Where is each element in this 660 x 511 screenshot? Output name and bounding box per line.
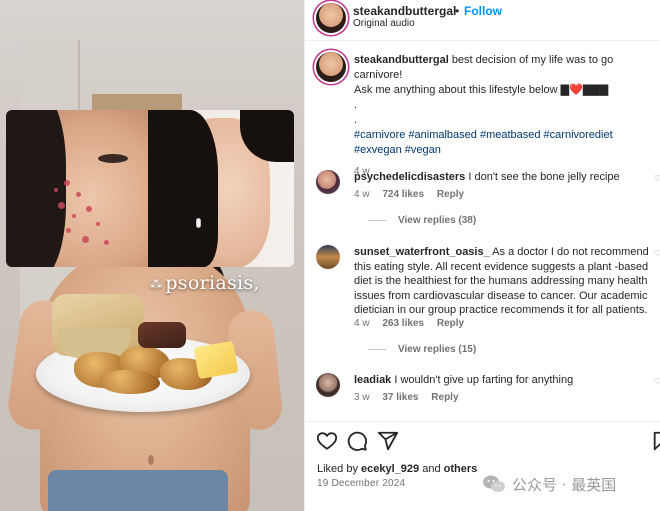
acne-spot bbox=[76, 192, 81, 197]
comment-username[interactable]: psychedelicdisasters bbox=[354, 171, 465, 183]
post-detail-panel: steakandbuttergal • Follow Original audi… bbox=[304, 0, 660, 511]
caption-line-2: Ask me anything about this lifestyle bel… bbox=[354, 84, 558, 96]
comment-text: sunset_waterfront_oasis_ As a doctor I d… bbox=[354, 245, 654, 318]
comment-username[interactable]: sunset_waterfront_oasis_ bbox=[354, 246, 490, 258]
post-header: steakandbuttergal • Follow Original audi… bbox=[305, 0, 660, 34]
caption-emoji: ▇❤️▇▇▇ bbox=[560, 84, 609, 96]
acne-spot bbox=[64, 180, 70, 186]
comment-like-heart-icon[interactable]: ♡ bbox=[654, 377, 660, 386]
caption-author-avatar[interactable] bbox=[316, 52, 346, 82]
author-avatar[interactable] bbox=[316, 3, 346, 33]
author-username[interactable]: steakandbuttergal bbox=[353, 4, 456, 18]
post-date[interactable]: 19 December 2024 bbox=[317, 478, 405, 489]
commenter-avatar[interactable] bbox=[316, 373, 340, 397]
actions-divider bbox=[305, 421, 660, 422]
heart-icon[interactable] bbox=[316, 430, 338, 452]
before-after-inset bbox=[6, 110, 294, 267]
sparkle-icon: ⁂ bbox=[150, 277, 163, 291]
chicken-piece bbox=[100, 370, 160, 394]
watermark: 公众号 · 最英国 bbox=[482, 472, 616, 496]
comment-body: I don't see the bone jelly recipe bbox=[468, 171, 620, 183]
comment-age[interactable]: 4 w bbox=[354, 318, 370, 329]
watermark-text: 公众号 · 最英国 bbox=[512, 475, 617, 494]
caption-username[interactable]: steakandbuttergal bbox=[354, 54, 449, 66]
post-media[interactable]: ⁂ psoriasis, bbox=[0, 0, 304, 511]
acne-spot bbox=[96, 222, 100, 226]
before-photo bbox=[6, 110, 148, 267]
header-divider bbox=[305, 40, 660, 41]
commenter-avatar[interactable] bbox=[316, 170, 340, 194]
steak-piece bbox=[138, 322, 186, 348]
bookmark-icon[interactable] bbox=[651, 430, 660, 452]
comment-text: psychedelicdisasters I don't see the bon… bbox=[354, 170, 654, 185]
reply-button[interactable]: Reply bbox=[437, 318, 464, 329]
comment-text: leadiak I wouldn't give up farting for a… bbox=[354, 373, 654, 388]
wechat-icon bbox=[483, 475, 505, 492]
liked-prefix: Liked by bbox=[317, 463, 358, 475]
subject-navel bbox=[148, 455, 154, 465]
acne-spot bbox=[82, 236, 89, 243]
caption-dot: . bbox=[354, 99, 358, 111]
reply-button[interactable]: Reply bbox=[431, 392, 458, 403]
acne-spot bbox=[104, 240, 109, 245]
acne-spot bbox=[86, 206, 92, 212]
comment-age[interactable]: 3 w bbox=[354, 392, 370, 403]
comment-age[interactable]: 4 w bbox=[354, 189, 370, 200]
comment-username[interactable]: leadiak bbox=[354, 374, 391, 386]
view-replies-button[interactable]: View replies (15) bbox=[368, 344, 476, 355]
comment-likes[interactable]: 37 likes bbox=[382, 392, 418, 403]
comment-likes[interactable]: 724 likes bbox=[382, 189, 424, 200]
liked-user[interactable]: ecekyl_929 bbox=[361, 463, 419, 475]
overlay-text: psoriasis, bbox=[165, 272, 260, 294]
caption-hashtags[interactable]: #carnivore #animalbased #meatbased #carn… bbox=[354, 129, 613, 156]
comment-meta: 3 w 37 likes Reply bbox=[354, 392, 469, 403]
background-frame bbox=[92, 94, 182, 110]
comment-like-heart-icon[interactable]: ♡ bbox=[654, 174, 660, 183]
comment-icon[interactable] bbox=[346, 430, 368, 452]
comment-likes[interactable]: 263 likes bbox=[382, 318, 424, 329]
post-actions bbox=[316, 430, 660, 452]
acne-spot bbox=[66, 228, 71, 233]
comment-meta: 4 w 724 likes Reply bbox=[354, 189, 474, 200]
caption-dot: . bbox=[354, 114, 358, 126]
comment-like-heart-icon[interactable]: ♡ bbox=[654, 249, 660, 258]
liked-and: and bbox=[422, 463, 441, 475]
separator-dot: • bbox=[455, 4, 460, 18]
share-icon[interactable] bbox=[377, 430, 399, 452]
comment-meta: 4 w 263 likes Reply bbox=[354, 318, 474, 329]
view-replies-button[interactable]: View replies (38) bbox=[368, 215, 476, 226]
reply-button[interactable]: Reply bbox=[437, 189, 464, 200]
acne-spot bbox=[72, 214, 76, 218]
earring bbox=[196, 218, 201, 228]
liked-others[interactable]: others bbox=[444, 463, 478, 475]
after-photo bbox=[148, 110, 294, 267]
caption-text: steakandbuttergal best decision of my li… bbox=[354, 53, 658, 179]
follow-button[interactable]: Follow bbox=[464, 4, 502, 18]
before-eye bbox=[98, 154, 128, 163]
after-hair bbox=[148, 110, 218, 267]
butter-block bbox=[193, 340, 239, 380]
comment-body: I wouldn't give up farting for anything bbox=[394, 374, 574, 386]
acne-spot bbox=[54, 188, 58, 192]
subject-jeans bbox=[48, 470, 228, 511]
liked-by: Liked by ecekyl_929 and others bbox=[317, 463, 477, 475]
commenter-avatar[interactable] bbox=[316, 245, 340, 269]
media-overlay-caption: ⁂ psoriasis, bbox=[150, 272, 260, 294]
audio-link[interactable]: Original audio bbox=[353, 18, 415, 29]
acne-spot bbox=[58, 202, 65, 209]
